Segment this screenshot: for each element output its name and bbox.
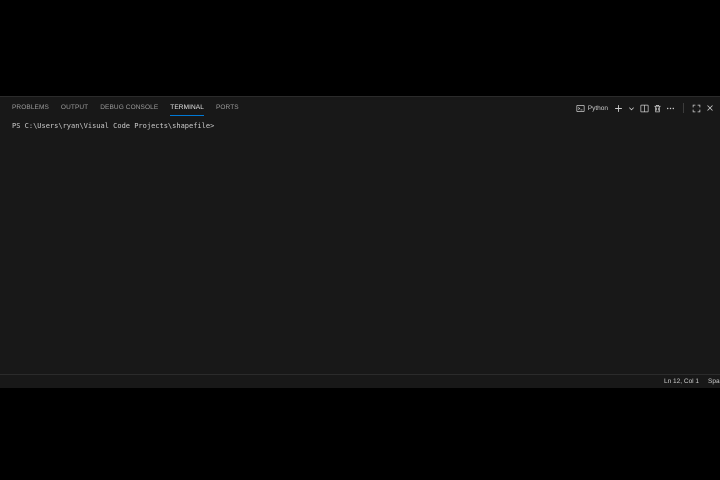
terminal-icon xyxy=(576,101,585,115)
terminal-profile-selector[interactable]: Python xyxy=(576,101,608,115)
status-indentation[interactable]: Spa xyxy=(708,375,720,388)
tab-problems[interactable]: PROBLEMS xyxy=(0,97,55,119)
maximize-icon[interactable] xyxy=(692,101,701,115)
terminal-profile-label: Python xyxy=(587,104,608,112)
split-icon[interactable] xyxy=(640,101,649,115)
panel-header: PROBLEMS OUTPUT DEBUG CONSOLE TERMINAL P… xyxy=(0,96,720,118)
vscode-panel: PROBLEMS OUTPUT DEBUG CONSOLE TERMINAL P… xyxy=(0,96,720,388)
tab-terminal[interactable]: TERMINAL xyxy=(164,97,210,119)
terminal-area[interactable]: PS C:\Users\ryan\Visual Code Projects\sh… xyxy=(0,118,720,370)
panel-tabs: PROBLEMS OUTPUT DEBUG CONSOLE TERMINAL P… xyxy=(0,97,245,119)
tab-debug-console[interactable]: DEBUG CONSOLE xyxy=(94,97,164,119)
plus-icon[interactable] xyxy=(614,101,623,115)
more-icon[interactable] xyxy=(666,101,675,115)
close-icon[interactable] xyxy=(705,101,714,115)
actions-divider xyxy=(683,103,684,113)
status-bar: Ln 12, Col 1 Spa xyxy=(0,374,720,388)
chevron-down-icon[interactable] xyxy=(627,101,636,115)
tab-ports[interactable]: PORTS xyxy=(210,97,245,119)
panel-actions: Python xyxy=(576,97,714,119)
terminal-prompt: PS C:\Users\ryan\Visual Code Projects\sh… xyxy=(12,122,215,130)
trash-icon[interactable] xyxy=(653,101,662,115)
tab-output[interactable]: OUTPUT xyxy=(55,97,94,119)
status-cursor-position[interactable]: Ln 12, Col 1 xyxy=(664,375,699,388)
